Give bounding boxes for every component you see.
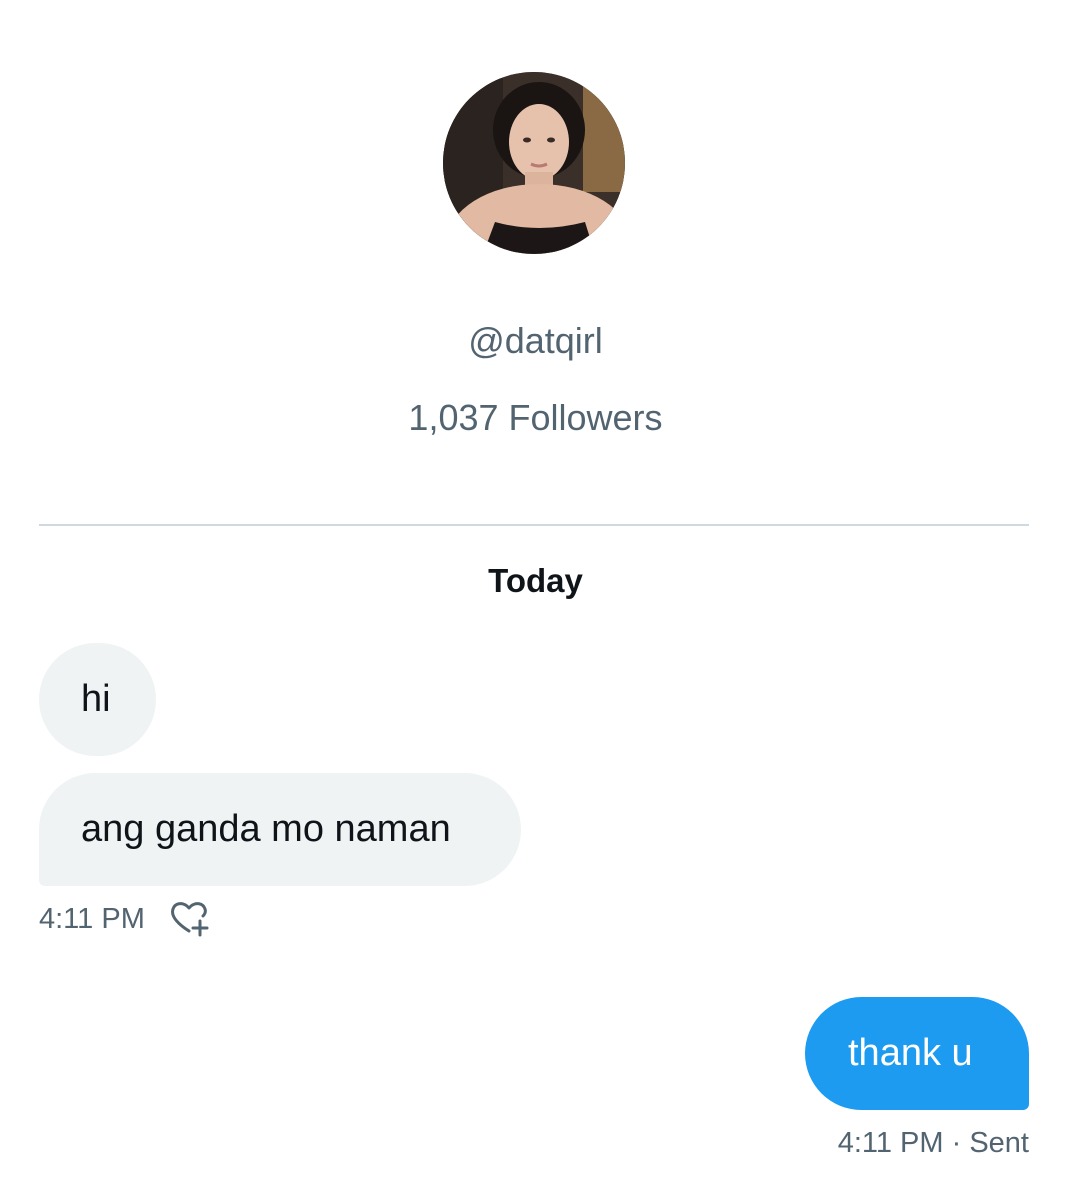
follower-count: 1,037 Followers <box>408 397 663 438</box>
profile-handle[interactable]: @datqirl <box>0 320 1071 362</box>
meta-separator: · <box>943 1127 970 1159</box>
incoming-timestamp: 4:11 PM <box>39 902 145 935</box>
outgoing-timestamp: 4:11 PM <box>837 1127 944 1159</box>
outgoing-message[interactable]: thank u <box>805 997 1029 1110</box>
section-divider <box>39 524 1029 526</box>
profile-photo <box>443 72 625 254</box>
outgoing-message-meta: 4:11 PM · Sent <box>838 1127 1029 1160</box>
delivery-status: Sent <box>969 1127 1029 1159</box>
incoming-message[interactable]: ang ganda mo naman <box>39 773 521 886</box>
profile-avatar[interactable] <box>443 72 625 254</box>
incoming-message[interactable]: hi <box>39 643 156 756</box>
date-separator: Today <box>488 562 583 599</box>
incoming-message-meta: 4:11 PM <box>39 899 211 939</box>
heart-plus-icon[interactable] <box>169 899 211 939</box>
